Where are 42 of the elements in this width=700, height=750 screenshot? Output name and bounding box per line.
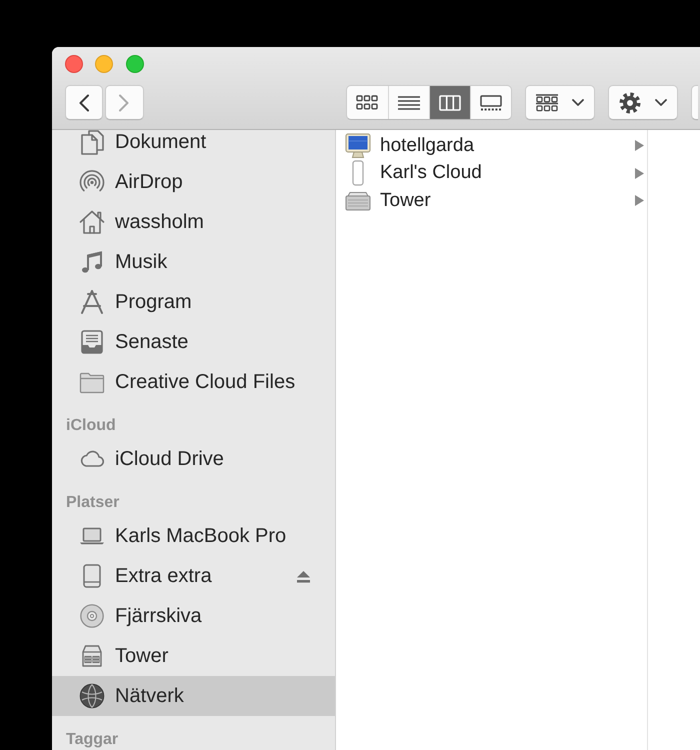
chevron-right-icon bbox=[119, 94, 130, 112]
globe-icon bbox=[79, 683, 105, 709]
sidebar-item[interactable]: Program bbox=[52, 282, 335, 322]
columns-icon bbox=[438, 94, 460, 110]
sidebar-section-heading: Platser bbox=[66, 494, 120, 512]
list-icon bbox=[398, 96, 420, 110]
close-button[interactable] bbox=[64, 55, 82, 73]
sidebar-item[interactable]: Senaste bbox=[52, 322, 335, 362]
sidebar-item[interactable]: Musik bbox=[52, 242, 335, 282]
sidebar-item[interactable]: Dokument bbox=[52, 130, 335, 162]
sidebar-item[interactable]: Tower bbox=[52, 636, 335, 676]
column-item[interactable]: Karl's Cloud bbox=[336, 160, 647, 187]
sidebar-item[interactable]: Creative Cloud Files bbox=[52, 362, 335, 402]
monitor-icon bbox=[344, 132, 370, 159]
caret-icon bbox=[572, 99, 584, 106]
sidebar-section-heading: Taggar bbox=[66, 731, 118, 749]
back-button[interactable] bbox=[64, 85, 103, 120]
caret-icon bbox=[654, 99, 666, 106]
disc-icon bbox=[79, 603, 105, 629]
grid-icon bbox=[356, 95, 378, 110]
letter-a-icon bbox=[79, 289, 105, 315]
sidebar-item[interactable]: Karls MacBook Pro bbox=[52, 516, 335, 556]
sidebar-item[interactable]: Nätverk bbox=[52, 676, 335, 716]
action-button[interactable] bbox=[608, 85, 678, 120]
column-item[interactable]: hotellgarda bbox=[336, 132, 647, 160]
sidebar-section-heading: iCloud bbox=[66, 417, 116, 435]
gallery-icon bbox=[480, 94, 502, 110]
arrange-button[interactable] bbox=[524, 85, 594, 120]
sidebar-item[interactable]: wassholm bbox=[52, 202, 335, 242]
gear-icon bbox=[618, 92, 640, 114]
column-view-button[interactable] bbox=[428, 86, 470, 119]
sidebar-item[interactable]: iCloud Drive bbox=[52, 439, 335, 479]
column-item[interactable]: Tower bbox=[336, 187, 647, 214]
inbox-tray-icon bbox=[79, 329, 105, 355]
sidebar-item[interactable]: AirDrop bbox=[52, 162, 335, 202]
house-icon bbox=[79, 209, 105, 235]
document-icon bbox=[79, 130, 105, 155]
chevron-left-icon bbox=[78, 94, 89, 112]
grid-rows-icon bbox=[536, 94, 558, 112]
sidebar-item[interactable]: Extra extra bbox=[52, 556, 335, 596]
music-note-icon bbox=[79, 249, 105, 275]
sidebar-item[interactable]: Fjärrskiva bbox=[52, 596, 335, 636]
